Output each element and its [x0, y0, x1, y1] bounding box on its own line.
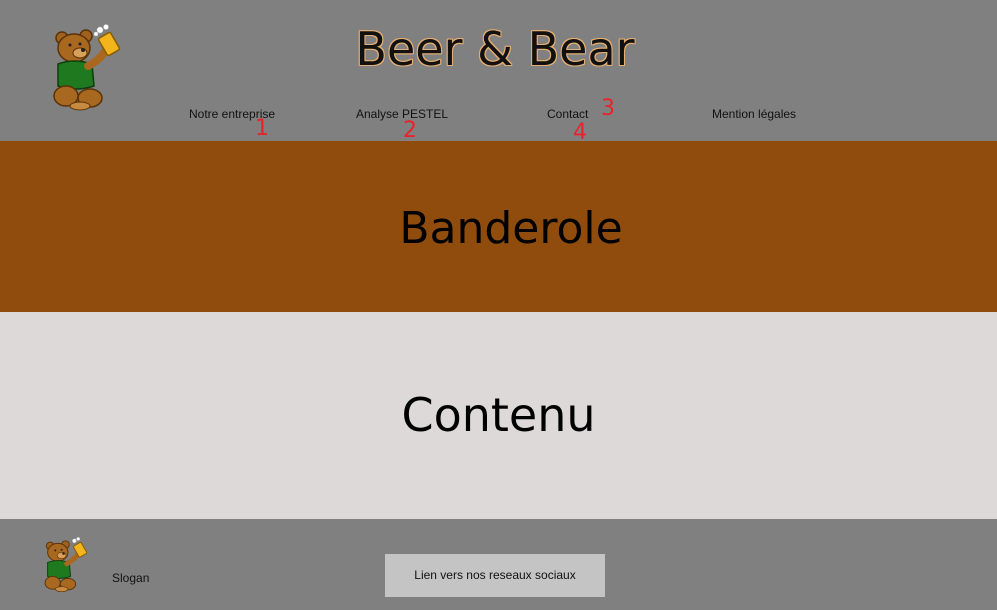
site-title: Beer & Bear — [355, 22, 635, 76]
site-header: Beer & Bear Notre entreprise Analyse PES… — [0, 0, 997, 145]
slogan: Slogan — [112, 571, 150, 585]
nav-item-mention-legales[interactable]: Mention légales — [712, 106, 796, 122]
social-links-button[interactable]: Lien vers nos reseaux sociaux — [385, 554, 605, 597]
banner-label: Banderole — [399, 203, 623, 254]
site-footer: Slogan Lien vers nos reseaux sociaux — [0, 519, 997, 610]
annotation-number: 3 — [601, 96, 615, 121]
bear-with-beer-icon — [44, 537, 88, 593]
annotation-number: 2 — [403, 118, 417, 143]
page: Beer & Bear Notre entreprise Analyse PES… — [0, 0, 997, 610]
main-content: Contenu — [0, 312, 997, 519]
content-label: Contenu — [401, 388, 596, 442]
banner: Banderole — [0, 141, 997, 312]
annotation-number: 1 — [255, 116, 269, 141]
